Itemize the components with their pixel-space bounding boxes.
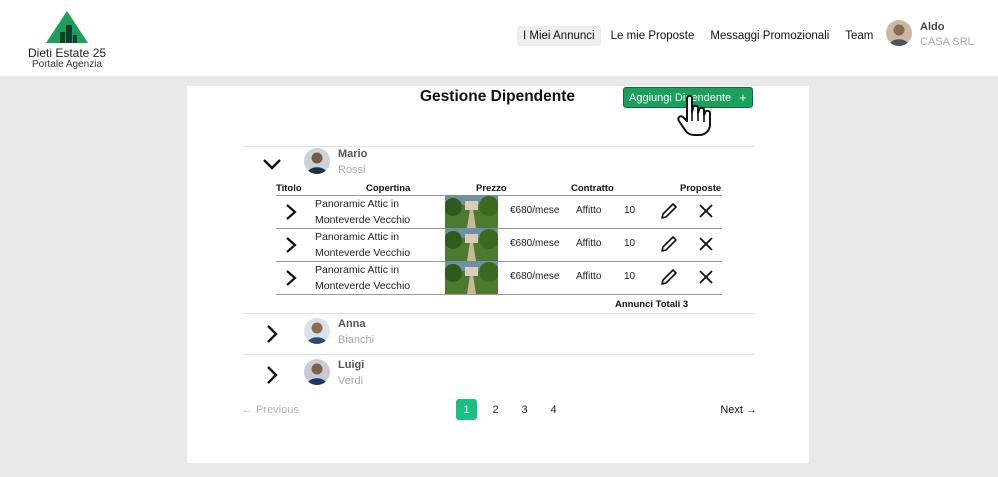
previous-page-button[interactable]: ← Previous (242, 404, 299, 416)
table-line (276, 294, 722, 295)
employee-avatar (304, 148, 330, 174)
page-numbers: 1 2 3 4 (456, 399, 572, 420)
hand-pointer-cursor-icon (677, 94, 711, 136)
chevron-right-icon[interactable] (284, 203, 298, 221)
table-row: Panoramic Attic in Monteverde Vecchio €6… (276, 261, 722, 294)
nav-item-messaggi-promozionali[interactable]: Messaggi Promozionali (704, 26, 835, 46)
column-proposals: Proposte (680, 183, 722, 194)
listing-cover-image (445, 261, 498, 294)
brand-name: Dieti Estate 25 (28, 46, 107, 60)
page-title: Gestione Dipendente (420, 88, 576, 105)
employee-first-name: Luigi (338, 359, 365, 371)
divider (244, 354, 754, 355)
chevron-right-icon[interactable] (284, 236, 298, 254)
listing-title: Panoramic Attic in Monteverde Vecchio (315, 231, 411, 259)
employee-first-name: Anna (338, 318, 366, 330)
page-button-4[interactable]: 4 (543, 399, 564, 420)
nav-item-mie-proposte[interactable]: Le mie Proposte (605, 26, 701, 46)
plus-icon: + (739, 90, 747, 105)
chevron-down-icon[interactable] (260, 152, 284, 176)
employee-row-mario: Mario Rossi (244, 146, 754, 184)
next-label: Next (720, 404, 743, 416)
previous-label: Previous (256, 404, 299, 416)
table-row: Panoramic Attic in Monteverde Vecchio €6… (276, 228, 722, 261)
chevron-right-icon[interactable] (260, 322, 284, 346)
employee-first-name: Mario (338, 148, 368, 160)
top-navbar: Dieti Estate 25 Portale Agenzia I Miei A… (0, 0, 998, 76)
employee-avatar (304, 359, 330, 385)
employee-row-anna: Anna Bianchi (244, 316, 754, 354)
nav-item-miei-annunci[interactable]: I Miei Annunci (517, 26, 601, 46)
listing-price: €680/mese (510, 238, 560, 249)
brand[interactable]: Dieti Estate 25 Portale Agenzia (28, 10, 106, 70)
listings-total: Annunci Totali 3 (615, 299, 689, 310)
arrow-left-icon: ← (242, 404, 253, 416)
listing-contract: Affitto (576, 238, 602, 249)
column-price: Prezzo (476, 183, 507, 194)
close-icon[interactable] (698, 236, 714, 252)
listing-contract: Affitto (576, 205, 602, 216)
close-icon[interactable] (698, 203, 714, 219)
arrow-right-icon: → (746, 404, 757, 416)
brand-subtitle: Portale Agenzia (31, 59, 103, 70)
pencil-icon[interactable] (659, 234, 679, 254)
employee-last-name: Verdi (338, 375, 364, 387)
main-nav: I Miei Annunci Le mie Proposte Messaggi … (517, 26, 883, 46)
listing-title: Panoramic Attic in Monteverde Vecchio (315, 198, 411, 226)
listing-cover-image (445, 228, 498, 261)
employee-management-panel: Gestione Dipendente Aggiungi Dipendente … (187, 86, 809, 463)
nav-item-team[interactable]: Team (839, 26, 879, 46)
chevron-right-icon[interactable] (284, 269, 298, 287)
employee-last-name: Rossi (338, 164, 366, 176)
chevron-right-icon[interactable] (260, 363, 284, 387)
listing-title: Panoramic Attic in Monteverde Vecchio (315, 264, 411, 292)
page-button-3[interactable]: 3 (514, 399, 535, 420)
user-name: Aldo (920, 21, 945, 33)
column-title: Titolo (276, 183, 302, 194)
user-menu[interactable]: Aldo CASA SRL (886, 20, 974, 50)
listing-price: €680/mese (510, 271, 560, 282)
listing-proposals: 10 (624, 271, 636, 282)
page-button-2[interactable]: 2 (485, 399, 506, 420)
next-page-button[interactable]: Next → (720, 404, 757, 416)
listing-cover-image (445, 195, 498, 228)
listing-proposals: 10 (624, 205, 636, 216)
table-row: Panoramic Attic in Monteverde Vecchio €6… (276, 195, 722, 228)
employee-row-luigi: Luigi Verdi (244, 357, 754, 395)
user-company: CASA SRL (920, 36, 974, 48)
employee-last-name: Bianchi (338, 334, 375, 346)
listing-price: €680/mese (510, 205, 560, 216)
pencil-icon[interactable] (659, 201, 679, 221)
divider (244, 313, 754, 314)
pagination: ← Previous 1 2 3 4 Next → (242, 399, 757, 423)
pencil-icon[interactable] (659, 267, 679, 287)
user-avatar[interactable] (886, 20, 912, 46)
close-icon[interactable] (698, 269, 714, 285)
employee-avatar (304, 318, 330, 344)
listings-table-header: Titolo Copertina Prezzo Contratto Propos… (276, 183, 722, 195)
column-contract: Contratto (571, 183, 614, 194)
listing-contract: Affitto (576, 271, 602, 282)
house-triangle-logo-icon (46, 11, 88, 43)
column-cover: Copertina (366, 183, 411, 194)
listing-proposals: 10 (624, 238, 636, 249)
page-button-1[interactable]: 1 (456, 399, 477, 420)
